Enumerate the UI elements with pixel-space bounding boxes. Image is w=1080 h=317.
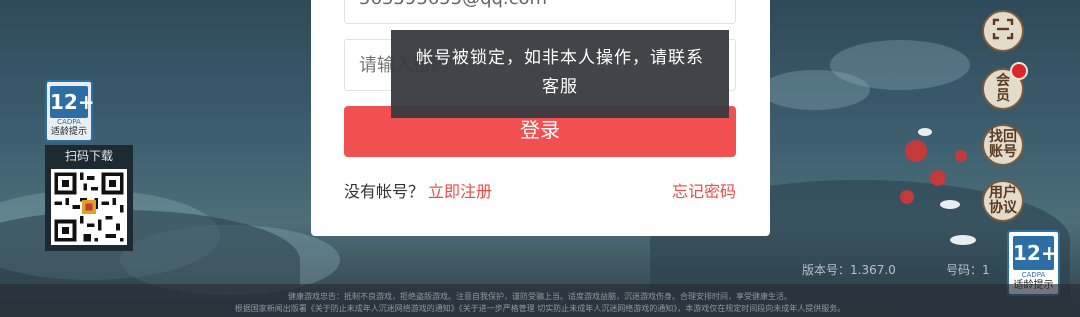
user-agreement-button[interactable]: 用户协议 — [982, 180, 1024, 222]
account-field[interactable] — [344, 0, 736, 24]
qr-download-label: 扫码下载 — [64, 149, 113, 163]
notification-dot — [1010, 62, 1028, 80]
age-rating-org: CADPA — [57, 118, 81, 126]
health-notice-footer: 健康游戏忠告：抵制不良游戏，拒绝盗版游戏。注意自我保护，谨防受骗上当。适度游戏益… — [0, 284, 1080, 317]
qr-code-image — [51, 169, 127, 245]
footer-line-1: 健康游戏忠告：抵制不良游戏，拒绝盗版游戏。注意自我保护，谨防受骗上当。适度游戏益… — [288, 292, 792, 301]
age-rating-badge-left: 12+ CADPA 适龄提示 — [45, 80, 95, 142]
scan-icon — [991, 17, 1015, 45]
scan-button[interactable] — [982, 10, 1024, 52]
age-rating-org-right: CADPA — [1021, 271, 1046, 279]
version-label: 版本号：1.367.0 — [802, 263, 896, 277]
qr-download-panel[interactable]: 扫码下载 — [45, 145, 133, 251]
uid-label: 号码：1 — [946, 263, 990, 277]
user-agreement-label: 用户协议 — [989, 185, 1017, 216]
no-account-text: 没有帐号？ — [344, 182, 425, 201]
register-row: 没有帐号？ 立即注册 — [344, 178, 492, 202]
vip-label: 会员 — [996, 73, 1010, 104]
age-rating-tip: 适龄提示 — [50, 127, 87, 137]
recover-account-button[interactable]: 找回账号 — [982, 124, 1024, 166]
register-link[interactable]: 立即注册 — [428, 182, 492, 201]
footer-line-2: 根据国家新闻出版署《关于防止未成年人沉迷网络游戏的通知》《关于进一步严格管理 切… — [234, 304, 846, 313]
account-locked-toast: 帐号被锁定，如非本人操作，请联系客服 — [391, 30, 729, 118]
recover-account-label: 找回账号 — [989, 129, 1017, 160]
age-rating-number: 12+ — [50, 86, 95, 118]
forgot-password-link[interactable]: 忘记密码 — [672, 178, 736, 202]
age-rating-number-right: 12+ — [1013, 236, 1058, 270]
